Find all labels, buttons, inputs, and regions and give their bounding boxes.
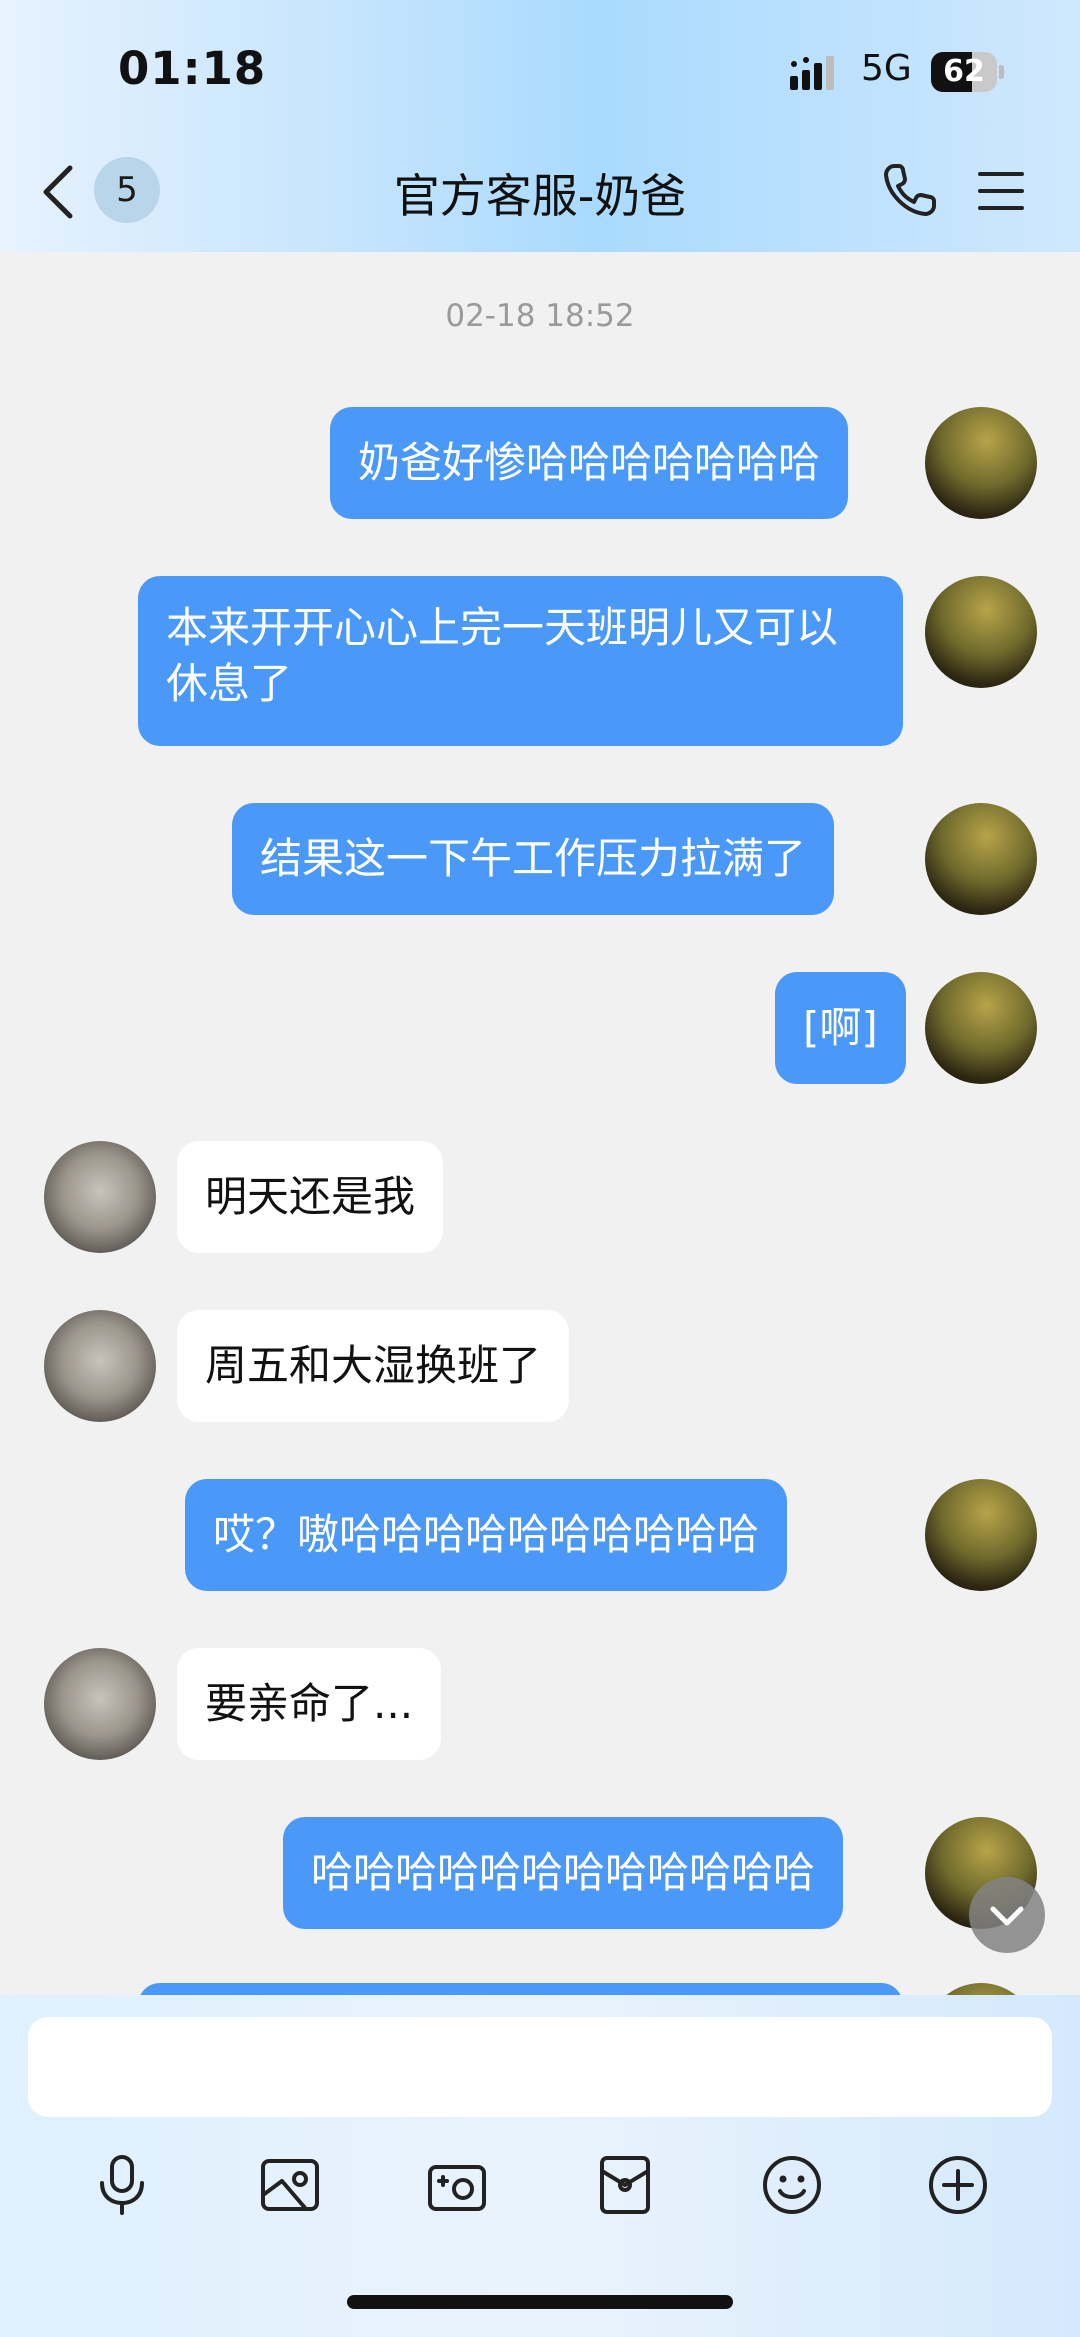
menu-icon[interactable] (976, 170, 1026, 212)
outgoing-message-bubble[interactable]: 奶爸好惨哈哈哈哈哈哈哈 (330, 407, 849, 519)
avatar[interactable] (925, 407, 1037, 519)
outgoing-message-bubble[interactable]: 本来开开心心上完一天班明儿又可以休息了 (138, 576, 903, 746)
chat-header: 01:18 5G 62 5 官方客服-奶爸 (0, 0, 1080, 252)
signal-icon (790, 56, 834, 90)
network-type: 5G (861, 48, 912, 89)
chat-title: 官方客服-奶爸 (393, 169, 687, 223)
avatar[interactable] (44, 1648, 156, 1760)
scroll-down-chevron-icon[interactable] (969, 1877, 1045, 1953)
outgoing-message-bubble[interactable]: 哎？嗷哈哈哈哈哈哈哈哈哈哈 (185, 1479, 788, 1591)
outgoing-message-bubble[interactable]: 哈哈哈哈哈哈哈哈哈哈哈哈 (283, 1817, 844, 1929)
message-input[interactable] (28, 2017, 1052, 2117)
red-packet-icon[interactable] (593, 2153, 657, 2217)
avatar[interactable] (44, 1310, 156, 1422)
status-time: 01:18 (118, 42, 267, 95)
unread-count-badge[interactable]: 5 (94, 157, 160, 223)
plus-icon[interactable] (926, 2153, 990, 2217)
back-chevron-icon[interactable] (38, 162, 78, 222)
outgoing-message-bubble[interactable]: [啊] (775, 972, 906, 1084)
avatar[interactable] (925, 1479, 1037, 1591)
avatar[interactable] (925, 576, 1037, 688)
avatar[interactable] (44, 1141, 156, 1253)
battery-icon: 62 (931, 52, 1005, 92)
outgoing-message-bubble[interactable]: 结果这一下午工作压力拉满了 (232, 803, 835, 915)
incoming-message-bubble[interactable]: 周五和大湿换班了 (177, 1310, 570, 1422)
phone-icon[interactable] (880, 160, 940, 220)
photo-icon[interactable] (258, 2153, 322, 2217)
emoji-icon[interactable] (760, 2153, 824, 2217)
message-timestamp: 02-18 18:52 (445, 298, 635, 334)
composer-bar (0, 1995, 1080, 2337)
microphone-icon[interactable] (90, 2153, 154, 2217)
incoming-message-bubble[interactable]: 明天还是我 (177, 1141, 444, 1253)
incoming-message-bubble[interactable]: 要亲命了... (177, 1648, 442, 1760)
camera-icon[interactable] (425, 2153, 489, 2217)
avatar[interactable] (925, 803, 1037, 915)
home-indicator (347, 2295, 733, 2309)
avatar[interactable] (925, 972, 1037, 1084)
battery-level: 62 (943, 54, 985, 89)
